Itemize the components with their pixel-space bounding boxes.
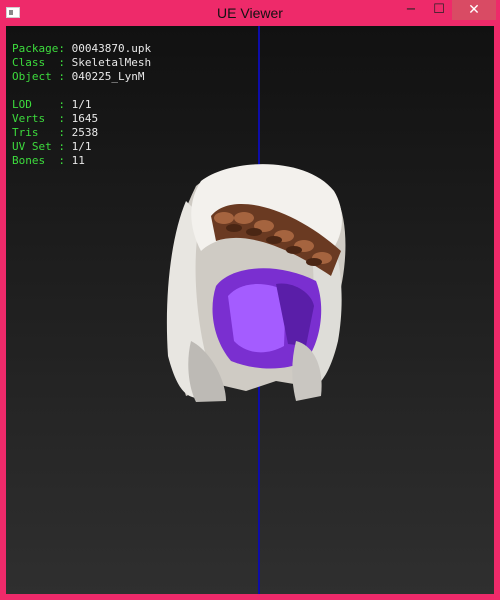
minimize-button[interactable]: − — [400, 0, 422, 20]
package-row: Package: 00043870.upk — [12, 42, 151, 56]
tris-value: 2538 — [71, 126, 99, 139]
uvset-label: UV Set : — [12, 140, 65, 153]
bones-value: 11 — [71, 154, 85, 167]
window-title: UE Viewer — [217, 5, 283, 21]
mesh-info-overlay: Package: 00043870.upk Class : SkeletalMe… — [12, 42, 151, 168]
skeletal-mesh-render[interactable] — [156, 156, 356, 406]
class-label: Class : — [12, 56, 65, 69]
uvset-row: UV Set : 1/1 — [12, 140, 151, 154]
object-row: Object : 040225_LynM — [12, 70, 151, 84]
bones-row: Bones : 11 — [12, 154, 151, 168]
uvset-value: 1/1 — [71, 140, 92, 153]
app-window: UE Viewer − ☐ ✕ Package: 00043870.upk Cl… — [0, 0, 500, 600]
title-bar[interactable]: UE Viewer − ☐ ✕ — [0, 0, 500, 26]
lod-row: LOD : 1/1 — [12, 98, 151, 112]
tris-label: Tris : — [12, 126, 65, 139]
class-value: SkeletalMesh — [71, 56, 152, 69]
3d-viewport[interactable]: Package: 00043870.upk Class : SkeletalMe… — [6, 26, 494, 594]
verts-label: Verts : — [12, 112, 65, 125]
object-label: Object : — [12, 70, 65, 83]
class-row: Class : SkeletalMesh — [12, 56, 151, 70]
maximize-button[interactable]: ☐ — [428, 0, 450, 20]
package-label: Package: — [12, 42, 65, 55]
close-button[interactable]: ✕ — [452, 0, 496, 20]
lod-label: LOD : — [12, 98, 65, 111]
lod-value: 1/1 — [71, 98, 92, 111]
tris-row: Tris : 2538 — [12, 126, 151, 140]
bones-label: Bones : — [12, 154, 65, 167]
object-value: 040225_LynM — [71, 70, 145, 83]
verts-value: 1645 — [71, 112, 99, 125]
verts-row: Verts : 1645 — [12, 112, 151, 126]
package-value: 00043870.upk — [71, 42, 152, 55]
